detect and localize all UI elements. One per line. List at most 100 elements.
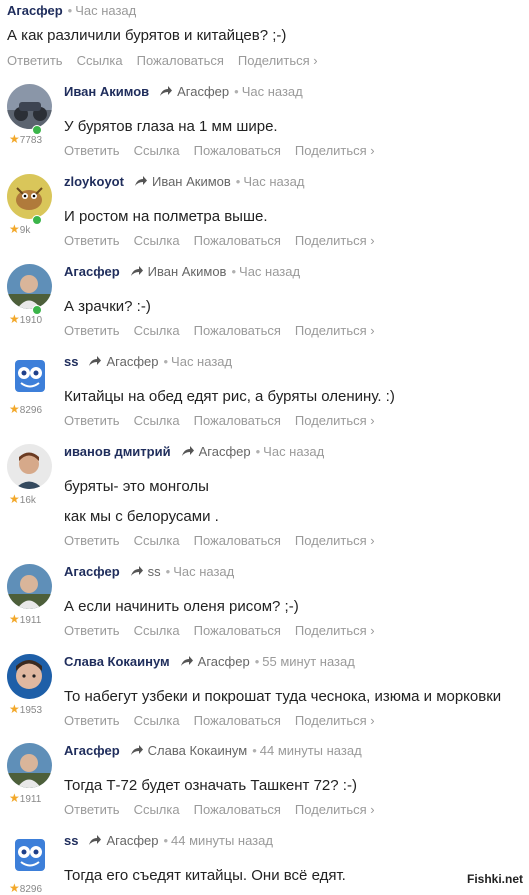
avatar-sponge[interactable] — [7, 833, 52, 878]
reply-button[interactable]: Ответить — [64, 802, 120, 817]
author-name[interactable]: ss — [64, 354, 78, 369]
author-name[interactable]: zloykoyot — [64, 174, 124, 189]
comment-text: У бурятов глаза на 1 мм шире. — [64, 118, 278, 135]
link-button[interactable]: Ссылка — [77, 53, 123, 68]
comment-text: Тогда его съедят китайцы. Они всё едят. — [64, 867, 346, 884]
online-indicator — [32, 215, 42, 225]
reply-button[interactable]: Ответить — [64, 323, 120, 338]
author-name[interactable]: Агасфер — [64, 743, 120, 758]
reply-to-name[interactable]: Слава Кокаинум — [148, 743, 248, 758]
rating-value: 8296 — [19, 884, 43, 895]
share-button[interactable]: Поделиться › — [295, 802, 375, 817]
avatar-dexter[interactable] — [7, 444, 52, 489]
link-button[interactable]: Ссылка — [134, 323, 180, 338]
avatar-man[interactable] — [7, 264, 52, 309]
link-button[interactable]: Ссылка — [134, 413, 180, 428]
reply-button[interactable]: Ответить — [64, 233, 120, 248]
timestamp[interactable]: Час назад — [263, 444, 324, 459]
timestamp[interactable]: Час назад — [173, 564, 234, 579]
link-button[interactable]: Ссылка — [134, 623, 180, 638]
link-button[interactable]: Ссылка — [134, 233, 180, 248]
report-button[interactable]: Пожаловаться — [137, 53, 224, 68]
share-button[interactable]: Поделиться › — [295, 533, 375, 548]
share-button[interactable]: Поделиться › — [295, 143, 375, 158]
reply-to-name[interactable]: Агасфер — [106, 354, 158, 369]
share-button[interactable]: Поделиться › — [295, 413, 375, 428]
reply-to-name[interactable]: ss — [148, 564, 161, 579]
comment-text: А как различили бурятов и китайцев? ;-) — [7, 27, 287, 44]
link-button[interactable]: Ссылка — [134, 802, 180, 817]
comment-text: То набегут узбеки и покрошат туда чеснок… — [64, 688, 502, 705]
author-name[interactable]: Иван Акимов — [64, 84, 149, 99]
timestamp[interactable]: Час назад — [75, 3, 136, 18]
comment-text: А зрачки? :-) — [64, 298, 151, 315]
reply-button[interactable]: Ответить — [64, 143, 120, 158]
avatar-moto[interactable] — [7, 84, 52, 129]
link-button[interactable]: Ссылка — [134, 143, 180, 158]
avatar-man[interactable] — [7, 743, 52, 788]
comment-actions: Ответить Ссылка Пожаловаться Поделиться › — [64, 413, 389, 428]
report-button[interactable]: Пожаловаться — [194, 323, 281, 338]
timestamp[interactable]: 44 минуты назад — [260, 743, 362, 758]
comment-header: zloykoyot Иван Акимов • Час назад — [64, 174, 304, 189]
reply-to-name[interactable]: Агасфер — [177, 84, 229, 99]
timestamp[interactable]: Час назад — [242, 84, 303, 99]
report-button[interactable]: Пожаловаться — [194, 233, 281, 248]
rating-value: 8296 — [19, 405, 43, 416]
share-button[interactable]: Поделиться › — [295, 713, 375, 728]
rating-value: 9k — [19, 225, 31, 236]
author-name[interactable]: Агасфер — [64, 564, 120, 579]
comment-header: Агасфер ss • Час назад — [64, 564, 234, 579]
timestamp[interactable]: 44 минуты назад — [171, 833, 273, 848]
author-name[interactable]: Слава Кокаинум — [64, 654, 170, 669]
star-icon: ★ — [9, 492, 20, 506]
reply-button[interactable]: Ответить — [64, 713, 120, 728]
avatar-man[interactable] — [7, 564, 52, 609]
reply-to-name[interactable]: Иван Акимов — [152, 174, 231, 189]
user-rating: ★9k — [9, 222, 30, 236]
avatar-sponge[interactable] — [7, 354, 52, 399]
report-button[interactable]: Пожаловаться — [194, 623, 281, 638]
comment-actions: Ответить Ссылка Пожаловаться Поделиться › — [64, 143, 389, 158]
share-button[interactable]: Поделиться › — [238, 53, 318, 68]
timestamp[interactable]: Час назад — [239, 264, 300, 279]
report-button[interactable]: Пожаловаться — [194, 143, 281, 158]
comment-text: И ростом на полметра выше. — [64, 208, 268, 225]
avatar-cartoon[interactable] — [7, 174, 52, 219]
comment-text: Тогда Т-72 будет означать Ташкент 72? :-… — [64, 777, 357, 794]
author-name[interactable]: Агасфер — [64, 264, 120, 279]
report-button[interactable]: Пожаловаться — [194, 413, 281, 428]
share-button[interactable]: Поделиться › — [295, 323, 375, 338]
reply-to-name[interactable]: Агасфер — [198, 654, 250, 669]
timestamp[interactable]: Час назад — [171, 354, 232, 369]
link-button[interactable]: Ссылка — [134, 713, 180, 728]
timestamp[interactable]: 55 минут назад — [262, 654, 355, 669]
comment-actions: Ответить Ссылка Пожаловаться Поделиться › — [64, 233, 389, 248]
reply-arrow-icon — [130, 745, 143, 755]
share-button[interactable]: Поделиться › — [295, 623, 375, 638]
reply-to-name[interactable]: Иван Акимов — [148, 264, 227, 279]
reply-button[interactable]: Ответить — [64, 533, 120, 548]
reply-to-name[interactable]: Агасфер — [106, 833, 158, 848]
avatar-face[interactable] — [7, 654, 52, 699]
link-button[interactable]: Ссылка — [134, 533, 180, 548]
share-button[interactable]: Поделиться › — [295, 233, 375, 248]
timestamp[interactable]: Час назад — [243, 174, 304, 189]
reply-button[interactable]: Ответить — [64, 413, 120, 428]
reply-arrow-icon — [180, 656, 193, 666]
reply-to-name[interactable]: Агасфер — [199, 444, 251, 459]
star-icon: ★ — [9, 612, 20, 626]
comment-actions: Ответить Ссылка Пожаловаться Поделиться › — [64, 623, 389, 638]
comment-header: ss Агасфер • 44 минуты назад — [64, 833, 273, 848]
separator-dot: • — [252, 743, 257, 758]
rating-value: 1911 — [19, 794, 42, 805]
report-button[interactable]: Пожаловаться — [194, 533, 281, 548]
reply-button[interactable]: Ответить — [64, 623, 120, 638]
report-button[interactable]: Пожаловаться — [194, 713, 281, 728]
author-name[interactable]: Агасфер — [7, 3, 63, 18]
author-name[interactable]: ss — [64, 833, 78, 848]
reply-button[interactable]: Ответить — [7, 53, 63, 68]
author-name[interactable]: иванов дмитрий — [64, 444, 171, 459]
rating-value: 1911 — [19, 615, 42, 626]
report-button[interactable]: Пожаловаться — [194, 802, 281, 817]
